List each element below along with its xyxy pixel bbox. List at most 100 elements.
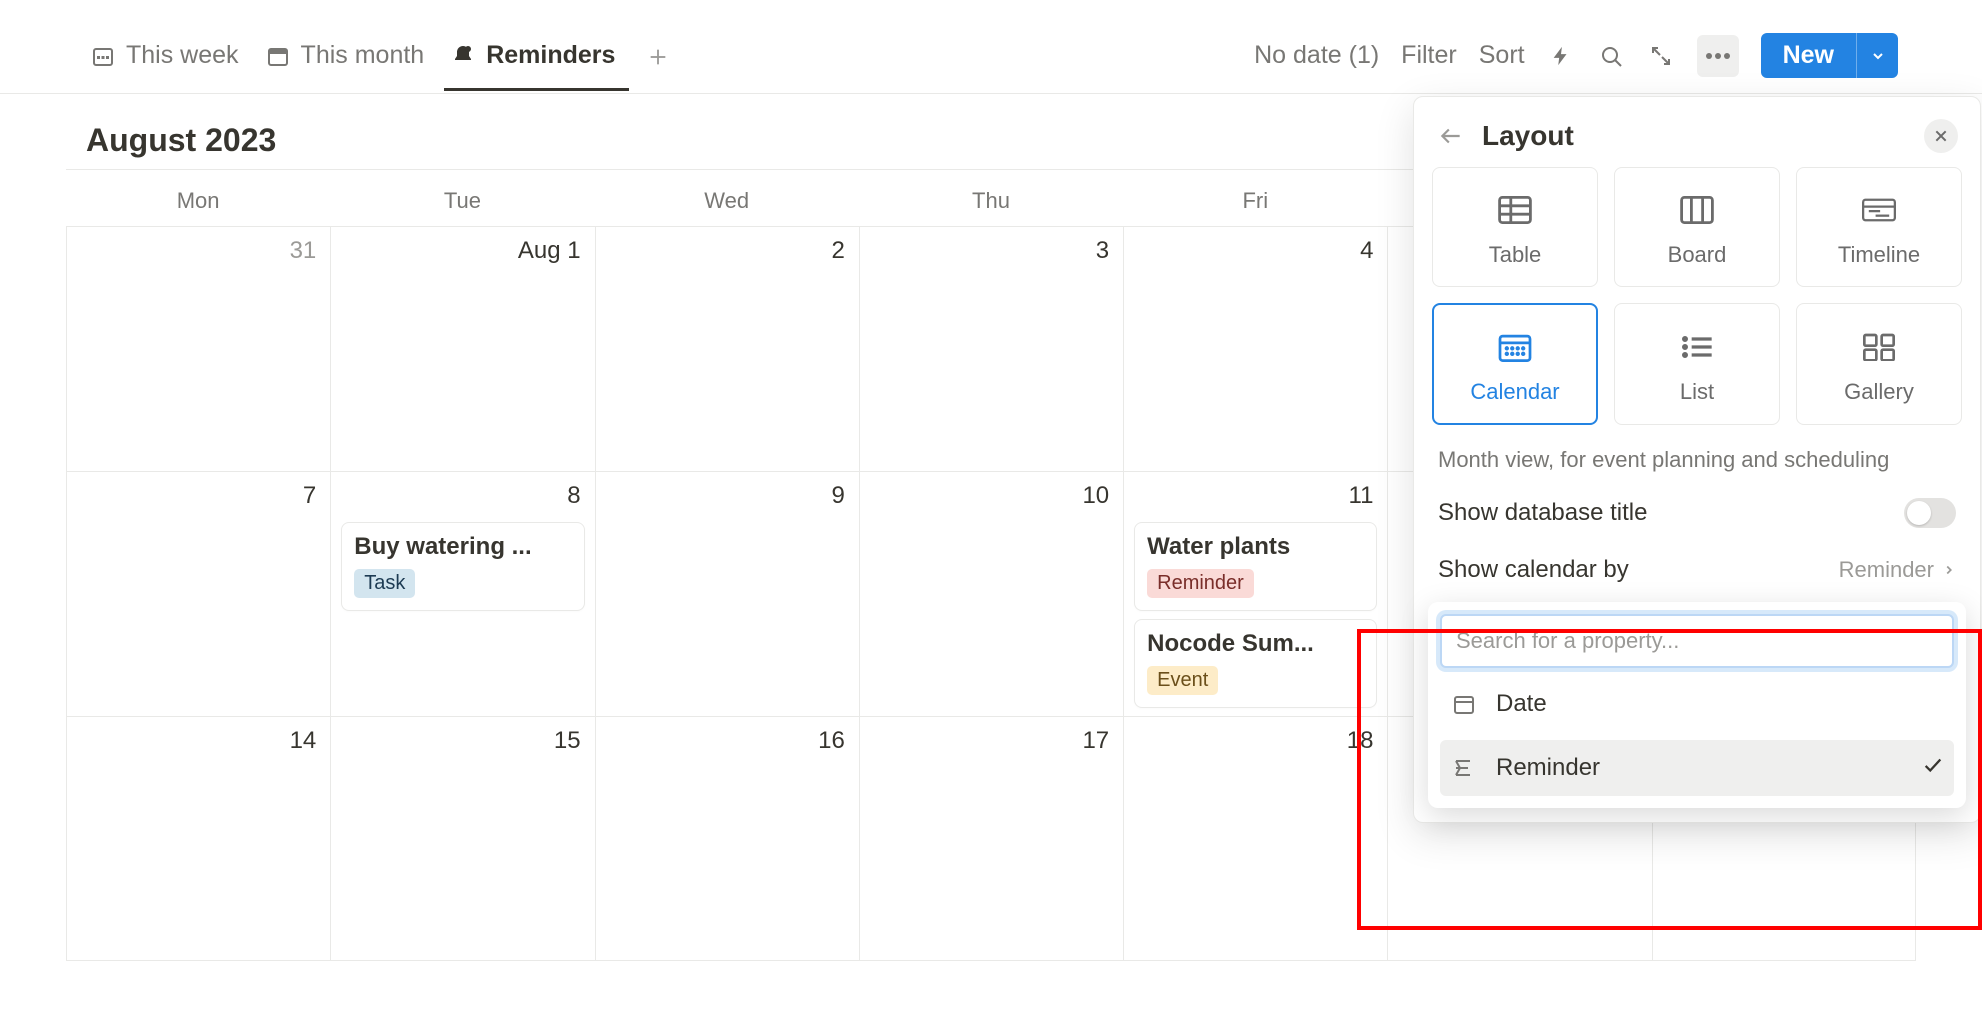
dow-label: Wed [595,188,859,214]
gallery-icon [1859,327,1899,367]
bell-icon [450,43,476,69]
dow-label: Thu [859,188,1123,214]
calendar-cell[interactable]: 2 [595,226,859,471]
event-tag: Reminder [1147,569,1254,598]
timeline-icon [1859,190,1899,230]
calendar-cell[interactable]: 4 [1123,226,1387,471]
dow-label: Tue [330,188,594,214]
day-number: 4 [1360,237,1373,265]
board-icon [1677,190,1717,230]
back-icon[interactable] [1436,121,1466,151]
calendar-event-card[interactable]: Buy watering ...Task [341,522,584,611]
automation-icon[interactable] [1547,42,1575,70]
event-title: Nocode Sum... [1147,630,1364,658]
sort-button[interactable]: Sort [1479,41,1525,70]
day-number: 15 [554,727,581,755]
calendar-cell[interactable]: 11 Water plants Reminder Nocode Sum... Event [1123,471,1387,716]
day-number: 31 [290,237,317,265]
layout-option-label: Calendar [1470,379,1559,405]
tab-this-month[interactable]: This month [259,33,439,91]
layout-popover: Layout Table Board Timeline Calendar Lis… [1413,96,1981,823]
popover-header: Layout [1432,113,1962,167]
tab-label: This week [126,41,239,70]
popover-title: Layout [1482,120,1908,152]
new-dropdown-button[interactable] [1856,33,1898,78]
property-option-date[interactable]: Date [1440,676,1954,732]
filter-button[interactable]: Filter [1401,41,1457,70]
new-button[interactable]: New [1761,33,1856,78]
event-tag: Event [1147,666,1218,695]
layout-option-calendar[interactable]: Calendar [1432,303,1598,425]
tab-label: Reminders [486,41,615,70]
calendar-cell[interactable]: 16 [595,716,859,961]
layout-option-list[interactable]: List [1614,303,1780,425]
calendar-month-icon [265,43,291,69]
day-number: 3 [1096,237,1109,265]
property-option-reminder[interactable]: Reminder [1440,740,1954,796]
event-title: Water plants [1147,533,1364,561]
calendar-cell[interactable]: 18 [1123,716,1387,961]
day-number: 7 [303,482,316,510]
layout-option-label: Gallery [1844,379,1914,405]
show-db-title-toggle[interactable] [1904,498,1956,528]
show-db-title-row: Show database title [1432,484,1962,542]
day-number: 16 [818,727,845,755]
property-search-input[interactable] [1440,614,1954,668]
calendar-cell[interactable]: 3 [859,226,1123,471]
calendar-week-icon [90,43,116,69]
layout-options-grid: Table Board Timeline Calendar List Galle… [1432,167,1962,425]
formula-icon [1450,754,1478,782]
show-db-title-label: Show database title [1438,499,1647,527]
day-number: 11 [1349,482,1374,510]
day-number: 14 [290,727,317,755]
day-number: 8 [567,482,580,510]
toolbar-actions: No date (1) Filter Sort New [1254,33,1898,78]
layout-option-board[interactable]: Board [1614,167,1780,287]
tab-this-week[interactable]: This week [84,33,253,91]
calendar-cell[interactable]: Aug 1 [330,226,594,471]
calendar-small-icon [1450,690,1478,718]
calendar-cell[interactable]: 9 [595,471,859,716]
calendar-cell[interactable]: 14 [66,716,330,961]
dow-label: Fri [1123,188,1387,214]
calendar-cell[interactable]: 15 [330,716,594,961]
tab-reminders[interactable]: Reminders [444,33,629,91]
calendar-cell[interactable]: 17 [859,716,1123,961]
more-options-icon[interactable] [1697,35,1739,77]
show-calendar-by-label: Show calendar by [1438,556,1629,584]
layout-option-label: Table [1489,242,1542,268]
dow-label: Mon [66,188,330,214]
day-number: 17 [1082,727,1109,755]
calendar-icon [1495,327,1535,367]
day-number: Aug 1 [518,237,581,265]
day-number: 10 [1082,482,1109,510]
list-icon [1677,327,1717,367]
table-icon [1495,190,1535,230]
expand-icon[interactable] [1647,42,1675,70]
layout-option-label: List [1680,379,1714,405]
calendar-event-card[interactable]: Water plants Reminder [1134,522,1377,611]
calendar-cell[interactable]: 31 [66,226,330,471]
layout-option-table[interactable]: Table [1432,167,1598,287]
no-date-button[interactable]: No date (1) [1254,41,1379,70]
layout-option-label: Board [1668,242,1727,268]
add-view-button[interactable] [641,40,675,74]
calendar-event-card[interactable]: Nocode Sum... Event [1134,619,1377,708]
calendar-cell[interactable]: 7 [66,471,330,716]
view-tabs: This week This month Reminders [84,33,675,90]
chevron-right-icon [1942,563,1956,577]
layout-option-timeline[interactable]: Timeline [1796,167,1962,287]
show-calendar-by-value-text: Reminder [1839,557,1934,583]
calendar-cell[interactable]: 8 Buy watering ...Task [330,471,594,716]
close-icon[interactable] [1924,119,1958,153]
calendar-cell[interactable]: 10 [859,471,1123,716]
event-tag: Task [354,569,415,598]
property-option-label: Date [1496,690,1547,718]
day-number: 18 [1347,727,1374,755]
day-number: 2 [831,237,844,265]
view-tabs-toolbar: This week This month Reminders No date (… [0,0,1982,94]
property-picker-dropdown: Date Reminder [1428,602,1966,808]
search-icon[interactable] [1597,42,1625,70]
show-calendar-by-row[interactable]: Show calendar by Reminder [1432,542,1962,598]
layout-option-gallery[interactable]: Gallery [1796,303,1962,425]
